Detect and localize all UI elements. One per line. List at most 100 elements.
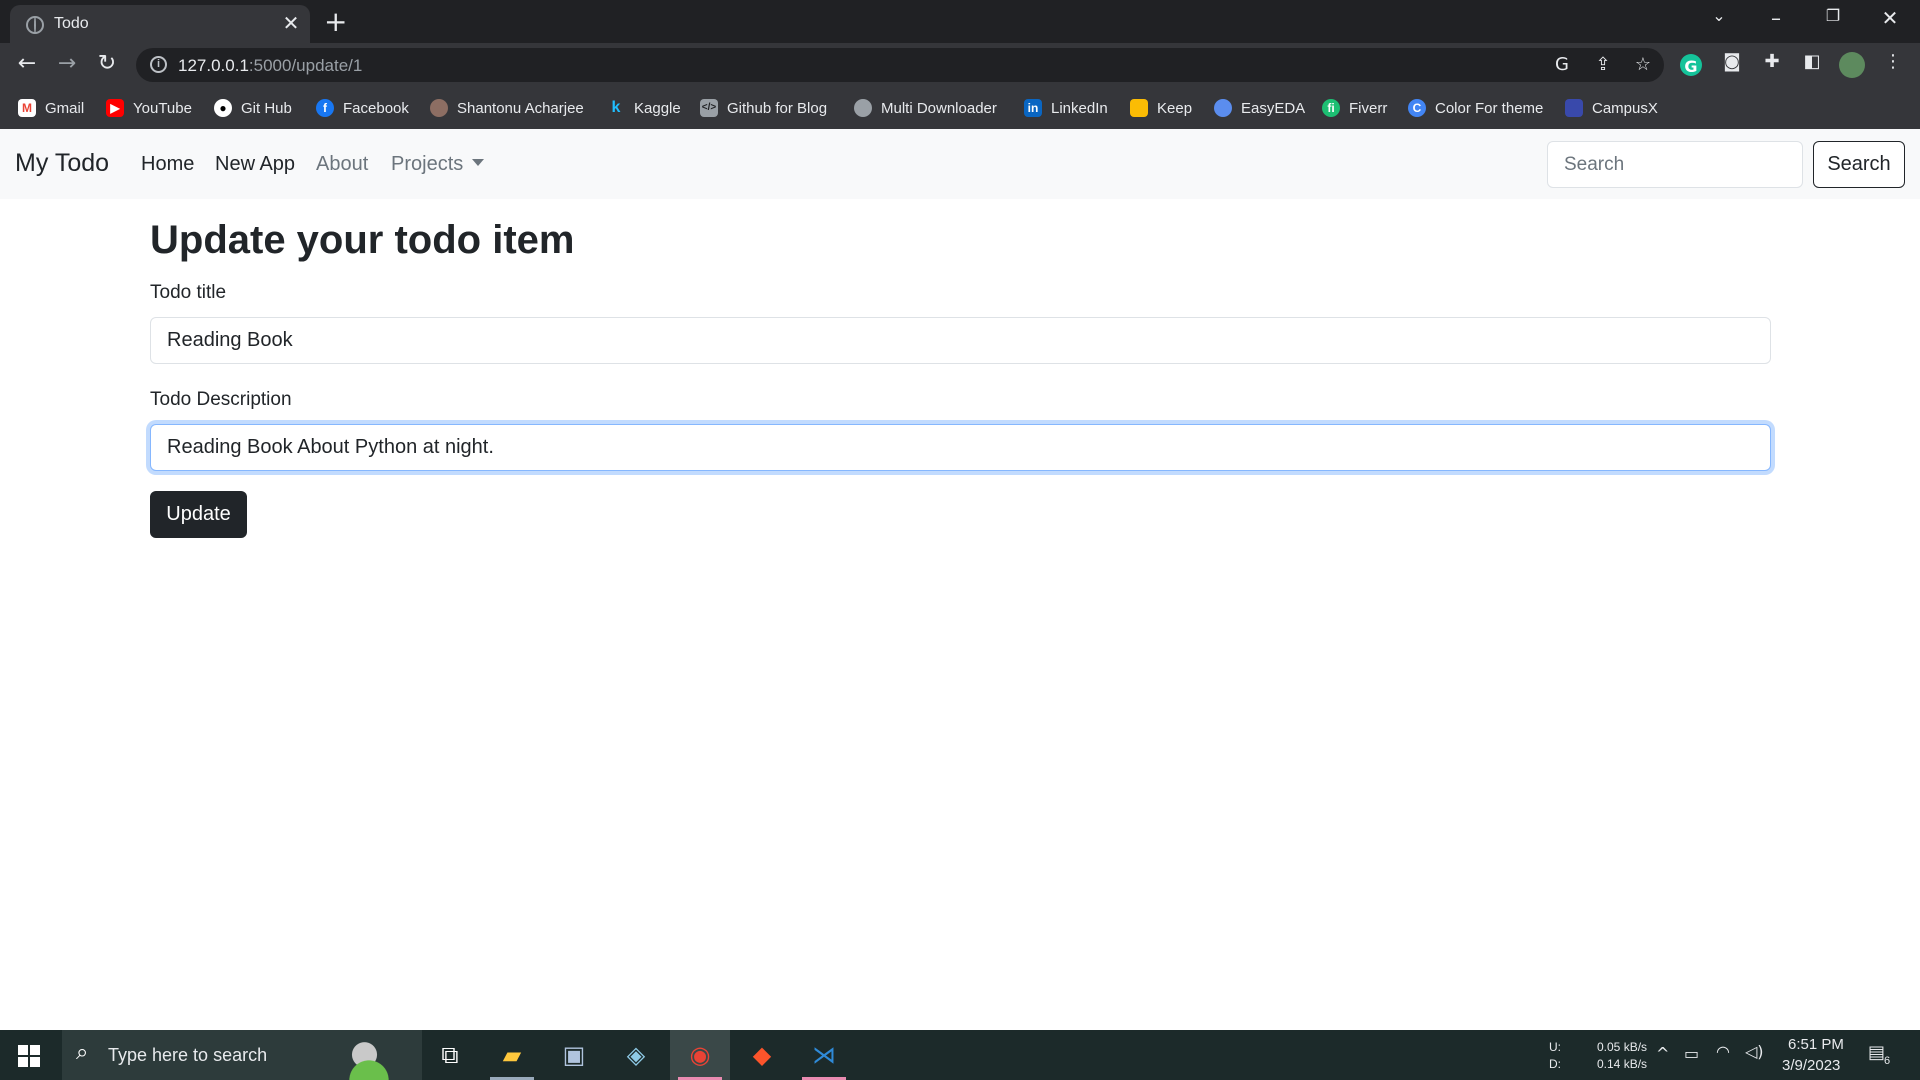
linkedin-icon: in (1024, 99, 1042, 117)
nav-projects-dropdown[interactable]: Projects (391, 153, 485, 176)
tab-title: Todo (54, 15, 89, 32)
todo-title-label: Todo title (150, 282, 227, 303)
net-download-speed: 0.14 kB/s (1597, 1057, 1648, 1071)
extensions-puzzle-icon[interactable]: ✚ (1759, 51, 1785, 77)
brave-app-icon[interactable]: ◆ (732, 1030, 792, 1080)
bookmark-star-icon[interactable]: ☆ (1630, 54, 1656, 75)
clock-date[interactable]: 3/9/2023 (1782, 1057, 1840, 1074)
search-highlight-illustration-icon (324, 1034, 414, 1080)
notepad-app-icon[interactable]: ◈ (606, 1030, 666, 1080)
globe-icon (854, 99, 872, 117)
globe-icon (26, 16, 44, 34)
bookmark-label: Gmail (45, 99, 85, 117)
side-panel-icon[interactable]: ◧ (1799, 51, 1825, 77)
windows-taskbar: ⌕ Type here to search ⧉ ▰ ▣ ◈ ◉ ◆ ⋊ U: D… (0, 1030, 1920, 1080)
browser-toolbar: ← → ↻ i 127.0.0.1:5000/update/1 G ⇪ ☆ G … (0, 43, 1920, 87)
site-navbar: My Todo Home New App About Projects Sear… (0, 129, 1920, 199)
task-view-icon[interactable]: ⧉ (420, 1030, 480, 1080)
bookmark-label: CampusX (1592, 99, 1658, 117)
bookmark-label: Color For theme (1435, 99, 1544, 117)
github-icon: ● (214, 99, 232, 117)
minimize-icon[interactable]: – (1756, 6, 1796, 30)
wifi-icon[interactable]: ◠ (1716, 1042, 1730, 1061)
site-info-icon[interactable]: i (150, 56, 167, 73)
grammarly-icon[interactable]: G (1680, 54, 1702, 76)
close-window-icon[interactable]: ✕ (1870, 6, 1910, 30)
restore-icon[interactable]: ❐ (1813, 6, 1853, 25)
nav-projects-label: Projects (391, 153, 464, 175)
navbar-search-button[interactable]: Search (1813, 141, 1905, 188)
profile-icon (430, 99, 448, 117)
bookmark-youtube[interactable]: ▶ YouTube (106, 97, 192, 119)
fiverr-icon: fi (1322, 99, 1340, 117)
bookmark-fiverr[interactable]: fi Fiverr (1322, 97, 1387, 119)
bookmark-gmail[interactable]: M Gmail (18, 97, 84, 119)
bookmark-shantonu[interactable]: Shantonu Acharjee (430, 97, 584, 119)
gmail-icon: M (18, 99, 36, 117)
bookmark-kaggle[interactable]: k Kaggle (607, 97, 681, 119)
bookmark-multi-downloader[interactable]: Multi Downloader (854, 97, 997, 119)
file-explorer-icon[interactable]: ▰ (482, 1030, 542, 1080)
url-text[interactable]: 127.0.0.1:5000/update/1 (178, 56, 362, 76)
browser-tab[interactable]: Todo ✕ (10, 5, 310, 43)
chrome-app-icon[interactable]: ◉ (670, 1030, 730, 1080)
vscode-app-icon[interactable]: ⋊ (794, 1030, 854, 1080)
nav-home[interactable]: Home (141, 153, 194, 176)
taskbar-search-box[interactable]: ⌕ Type here to search (62, 1030, 422, 1080)
reload-icon[interactable]: ↻ (92, 51, 122, 76)
address-bar[interactable]: i 127.0.0.1:5000/update/1 G ⇪ ☆ (136, 48, 1664, 82)
bookmark-label: Github for Blog (727, 99, 828, 117)
bookmark-linkedin[interactable]: in LinkedIn (1024, 97, 1108, 119)
bookmark-facebook[interactable]: f Facebook (316, 97, 409, 119)
camera-extension-icon[interactable]: ◙ (1719, 51, 1745, 77)
bookmark-easyeda[interactable]: EasyEDA (1214, 97, 1305, 119)
google-lens-icon[interactable]: G (1549, 54, 1575, 75)
back-icon[interactable]: ← (12, 51, 42, 76)
navbar-search-input[interactable] (1547, 141, 1803, 188)
menu-kebab-icon[interactable]: ⋮ (1880, 51, 1906, 77)
bookmark-label: Kaggle (634, 99, 681, 117)
page-heading: Update your todo item (150, 218, 575, 262)
bookmark-label: Fiverr (1349, 99, 1388, 117)
taskbar-search-placeholder: Type here to search (108, 1045, 268, 1065)
update-button[interactable]: Update (150, 491, 247, 538)
bookmark-label: Git Hub (241, 99, 292, 117)
show-hidden-icons-chevron-icon[interactable]: ^ (1656, 1044, 1669, 1063)
search-icon: ⌕ (76, 1040, 89, 1065)
caret-down-icon (472, 159, 485, 166)
clock-time[interactable]: 6:51 PM (1788, 1036, 1844, 1053)
bookmark-label: Facebook (343, 99, 409, 117)
youtube-icon: ▶ (106, 99, 124, 117)
color-icon: C (1408, 99, 1426, 117)
new-tab-icon[interactable]: + (324, 5, 347, 38)
bookmark-label: Shantonu Acharjee (457, 99, 584, 117)
bookmark-campusx[interactable]: CampusX (1565, 97, 1658, 119)
volume-icon[interactable]: ◁) (1745, 1042, 1764, 1061)
battery-icon[interactable]: ▭ (1684, 1044, 1699, 1063)
forward-icon[interactable]: → (52, 51, 82, 76)
bookmark-github-blog[interactable]: </> Github for Blog (700, 97, 827, 119)
scanner-app-icon[interactable]: ▣ (544, 1030, 604, 1080)
bookmark-label: YouTube (133, 99, 192, 117)
tab-search-chevron-icon[interactable]: ⌄ (1699, 6, 1739, 25)
bookmark-color-theme[interactable]: C Color For theme (1408, 97, 1543, 119)
navbar-brand[interactable]: My Todo (15, 149, 109, 178)
profile-avatar-icon[interactable] (1839, 52, 1865, 78)
bookmark-keep[interactable]: Keep (1130, 97, 1192, 119)
todo-description-input[interactable] (150, 424, 1771, 471)
notifications-icon[interactable]: ▤ (1868, 1042, 1885, 1063)
easyeda-icon (1214, 99, 1232, 117)
facebook-icon: f (316, 99, 334, 117)
bookmark-github[interactable]: ● Git Hub (214, 97, 292, 119)
windows-start-icon[interactable] (18, 1045, 40, 1067)
browser-tab-strip: Todo ✕ + ⌄ – ❐ ✕ (0, 0, 1920, 43)
nav-about[interactable]: About (316, 153, 368, 176)
todo-title-input[interactable] (150, 317, 1771, 364)
kaggle-icon: k (611, 99, 621, 116)
share-icon[interactable]: ⇪ (1590, 54, 1616, 75)
keep-icon (1130, 99, 1148, 117)
todo-description-label: Todo Description (150, 389, 292, 410)
nav-new-app[interactable]: New App (215, 153, 295, 176)
campusx-icon (1565, 99, 1583, 117)
close-tab-icon[interactable]: ✕ (280, 11, 302, 36)
